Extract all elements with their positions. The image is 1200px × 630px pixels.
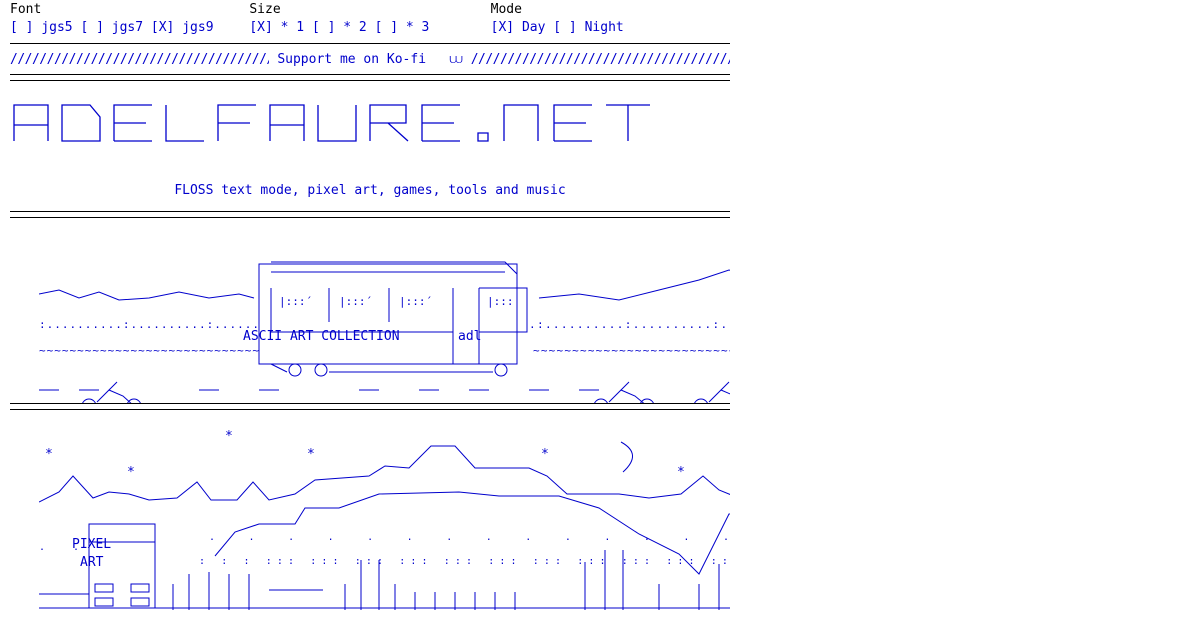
size-options: Size [X] * 1 [ ] * 2 [ ] * 3 [249, 1, 490, 37]
mode-options: Mode [X] Day [ ] Night [491, 1, 730, 37]
pixel-section-title-line2: ART [80, 555, 104, 570]
cup-icon: ⩊ [433, 51, 463, 67]
svg-text:*: * [677, 465, 685, 480]
ascii-art-collection-link[interactable]: :..........:..........:...... .:........… [10, 218, 730, 403]
pixel-art-link[interactable]: * * * * * * * [10, 410, 730, 610]
svg-text:*: * [225, 429, 233, 444]
size-option-2[interactable]: [ ] * 2 [312, 20, 367, 35]
svg-text:.:..........:..........:.....: .:..........:..........:..... [529, 318, 730, 331]
font-option-jgs5[interactable]: [ ] jgs5 [10, 20, 73, 35]
ascii-section-title: ASCII ART COLLECTION [243, 329, 400, 344]
options-bar: Font [ ] jgs5 [ ] jgs7 [X] jgs9 Size [X]… [10, 1, 730, 37]
size-label: Size [249, 2, 281, 17]
tagline: FLOSS text mode, pixel art, games, tools… [174, 183, 566, 198]
svg-text:: : : ::: ::: ::: ::: ::: ::: : : : ::: ::: ::: ::: ::: ::: ::: ::: ::… [199, 556, 730, 567]
mode-label: Mode [490, 2, 522, 17]
mode-option-night[interactable]: [ ] Night [553, 20, 623, 35]
font-option-jgs9[interactable]: [X] jgs9 [151, 20, 214, 35]
svg-text:*: * [729, 447, 730, 462]
svg-text:. . . . . . . .: . . . . . . . . . . . . . . [209, 532, 729, 543]
svg-text:*: * [541, 447, 549, 462]
divider-double [10, 403, 730, 410]
ascii-night-town: * * * * * * * [38, 429, 730, 610]
site-logo[interactable] [10, 81, 730, 181]
svg-text:|:::´: |:::´ [339, 295, 372, 308]
kofi-link-label: Support me on Ko-fi [277, 51, 427, 67]
svg-text:|:::´: |:::´ [399, 295, 432, 308]
logo-ascii-art [13, 104, 650, 142]
svg-text:~~~~~~~~~~~~~~~~~~~~~~~~~~~~~: ~~~~~~~~~~~~~~~~~~~~~~~~~~~~~ [39, 344, 259, 357]
font-options: Font [ ] jgs5 [ ] jgs7 [X] jgs9 [10, 1, 249, 37]
svg-text:|:::: |::: [487, 295, 514, 308]
svg-text:*: * [45, 447, 53, 462]
size-option-1[interactable]: [X] * 1 [249, 20, 304, 35]
mode-option-day[interactable]: [X] Day [491, 20, 546, 35]
ascii-section-tag: adl [458, 329, 482, 344]
slash-filler-right: ////////////////////////////////////////… [470, 51, 730, 67]
svg-text::..........:..........:......: :..........:..........:...... [39, 318, 259, 331]
size-option-3[interactable]: [ ] * 3 [375, 20, 430, 35]
font-option-jgs7[interactable]: [ ] jgs7 [80, 20, 143, 35]
svg-text:*: * [127, 465, 135, 480]
slash-filler-left: ////////////////////////////////////////… [10, 51, 270, 67]
divider-double [10, 211, 730, 218]
font-label: Font [10, 2, 42, 17]
page: Font [ ] jgs5 [ ] jgs7 [X] jgs9 Size [X]… [10, 0, 730, 610]
svg-text:|:::´: |:::´ [279, 295, 312, 308]
support-banner: ////////////////////////////////////////… [10, 44, 730, 74]
svg-text:~~~~~~~~~~~~~~~~~~~~~~~~~~~~~: ~~~~~~~~~~~~~~~~~~~~~~~~~~~~~ [533, 344, 730, 357]
kofi-link[interactable]: Support me on Ko-fi ⩊ [269, 52, 470, 67]
pixel-section-title-line1: PIXEL [72, 537, 112, 552]
svg-text:*: * [307, 447, 315, 462]
ascii-landscape-train: :..........:..........:...... .:........… [38, 261, 730, 403]
divider-double [10, 74, 730, 81]
